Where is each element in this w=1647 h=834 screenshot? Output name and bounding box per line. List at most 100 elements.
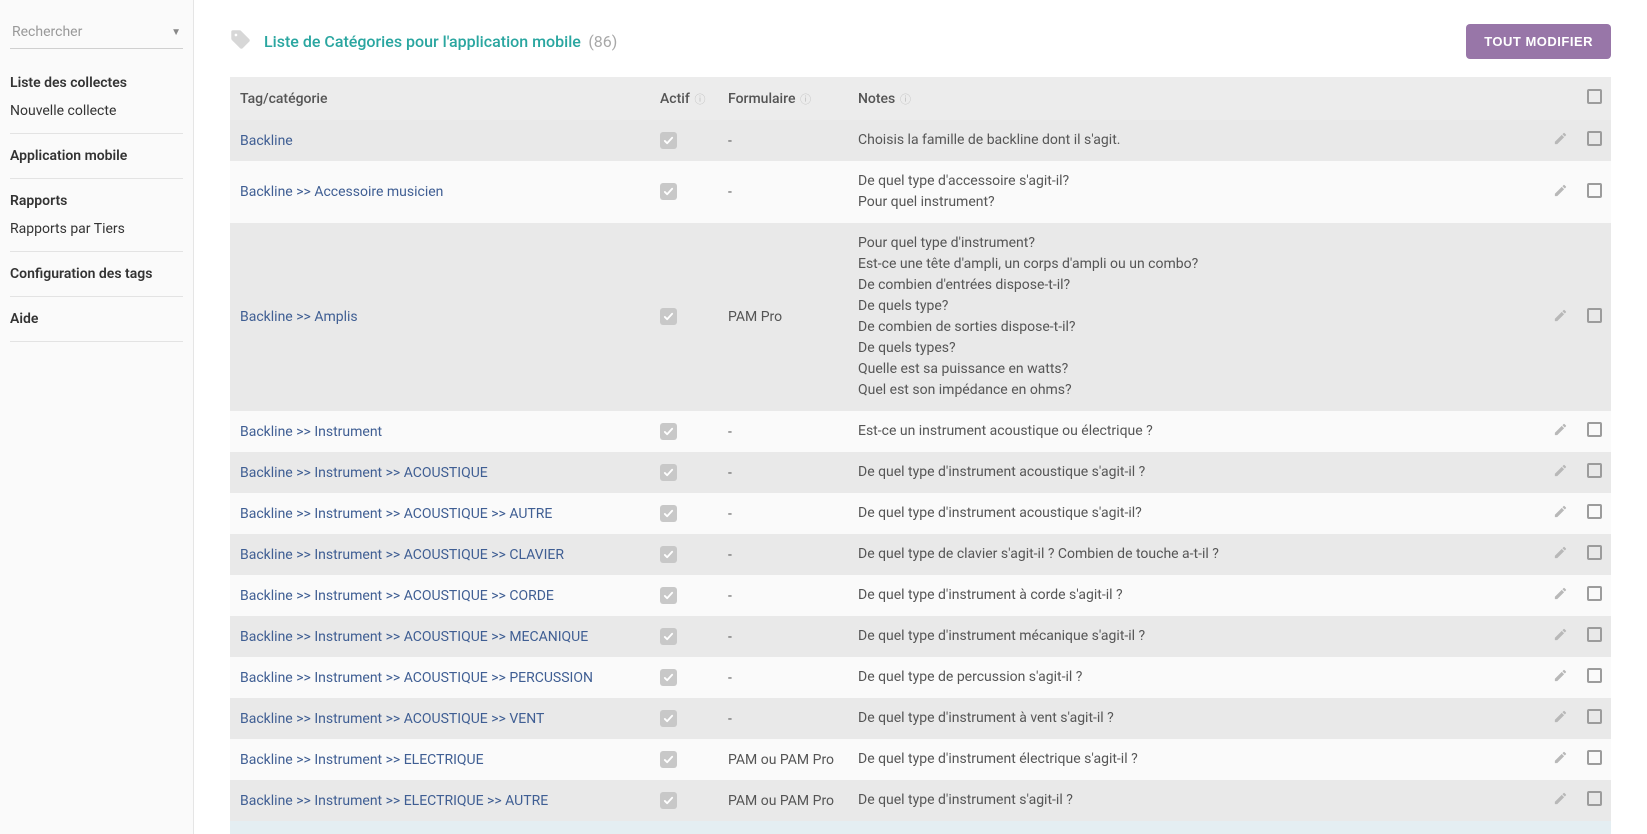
- tag-link[interactable]: Backline >> Instrument >> ELECTRIQUE >> …: [230, 780, 650, 821]
- sidebar-item[interactable]: Application mobile: [10, 142, 183, 170]
- edit-button[interactable]: [1543, 161, 1577, 223]
- notes-cell: Est-ce un instrument acoustique ou élect…: [848, 411, 1543, 452]
- tag-link[interactable]: Backline >> Instrument >> ELECTRIQUE: [230, 739, 650, 780]
- notes-cell: De quel type d'instrument s'agit-il ?: [848, 780, 1543, 821]
- edit-button[interactable]: [1543, 575, 1577, 616]
- col-notes-header: Notes ⓘ: [848, 77, 1543, 120]
- tag-link[interactable]: Backline >> Instrument >> ACOUSTIQUE >> …: [230, 493, 650, 534]
- checkbox-checked-icon: [660, 669, 677, 686]
- form-cell: -: [718, 493, 848, 534]
- active-cell: [650, 223, 718, 411]
- edit-button[interactable]: [1543, 534, 1577, 575]
- page-title-wrap: Liste de Catégories pour l'application m…: [230, 29, 617, 55]
- edit-button[interactable]: [1543, 739, 1577, 780]
- tag-link[interactable]: Backline >> Instrument >> ACOUSTIQUE >> …: [230, 534, 650, 575]
- checkbox-checked-icon: [660, 710, 677, 727]
- edit-button[interactable]: [1543, 411, 1577, 452]
- table-row: Backline >> Instrument >> ELECTRIQUEPAM …: [230, 739, 1611, 780]
- form-cell: -: [718, 411, 848, 452]
- active-cell: [650, 120, 718, 161]
- row-checkbox[interactable]: [1587, 463, 1602, 478]
- row-checkbox[interactable]: [1587, 627, 1602, 642]
- notes-cell: De quel type d'instrument acoustique s'a…: [848, 493, 1543, 534]
- form-cell: PAM ou PAM Pro: [718, 821, 848, 834]
- active-cell: [650, 739, 718, 780]
- form-cell: -: [718, 616, 848, 657]
- notes-cell: De quel type de clavier s'agit-il ? Comb…: [848, 534, 1543, 575]
- modify-all-button[interactable]: TOUT MODIFIER: [1466, 24, 1611, 59]
- notes-cell: De combien de réglages dispose-t-elle? D…: [848, 821, 1543, 834]
- col-check-header[interactable]: [1577, 77, 1611, 120]
- form-cell: -: [718, 534, 848, 575]
- tag-link[interactable]: Backline >> Instrument >> ELECTRIQUE >> …: [230, 821, 650, 834]
- row-checkbox[interactable]: [1587, 791, 1602, 806]
- active-cell: [650, 493, 718, 534]
- edit-button[interactable]: [1543, 657, 1577, 698]
- edit-button[interactable]: [1543, 120, 1577, 161]
- edit-button[interactable]: [1543, 223, 1577, 411]
- edit-button[interactable]: [1543, 493, 1577, 534]
- col-active-header: Actif ⓘ: [650, 77, 718, 120]
- row-checkbox[interactable]: [1587, 750, 1602, 765]
- select-all-checkbox[interactable]: [1587, 89, 1602, 104]
- table-row: Backline >> Instrument >> ACOUSTIQUE >> …: [230, 616, 1611, 657]
- active-cell: [650, 452, 718, 493]
- row-checkbox[interactable]: [1587, 668, 1602, 683]
- categories-table: Tag/catégorie Actif ⓘ Formulaire ⓘ Notes…: [230, 77, 1611, 834]
- row-checkbox[interactable]: [1587, 709, 1602, 724]
- checkbox-checked-icon: [660, 423, 677, 440]
- notes-cell: De quel type d'instrument à corde s'agit…: [848, 575, 1543, 616]
- page-count: (86): [588, 32, 617, 51]
- row-checkbox[interactable]: [1587, 504, 1602, 519]
- active-cell: [650, 161, 718, 223]
- sidebar-item[interactable]: Aide: [10, 305, 183, 333]
- row-checkbox[interactable]: [1587, 586, 1602, 601]
- sidebar-item[interactable]: Liste des collectes: [10, 69, 183, 97]
- tag-icon: [230, 29, 252, 55]
- tag-link[interactable]: Backline >> Accessoire musicien: [230, 161, 650, 223]
- sidebar-item[interactable]: Rapports: [10, 187, 183, 215]
- tag-link[interactable]: Backline >> Instrument >> ACOUSTIQUE >> …: [230, 698, 650, 739]
- edit-button[interactable]: [1543, 821, 1577, 834]
- table-row: Backline >> Instrument >> ELECTRIQUE >> …: [230, 780, 1611, 821]
- sidebar-item[interactable]: Configuration des tags: [10, 260, 183, 288]
- search-select[interactable]: Rechercher ▼: [10, 18, 183, 49]
- edit-button[interactable]: [1543, 452, 1577, 493]
- row-checkbox[interactable]: [1587, 422, 1602, 437]
- active-cell: [650, 657, 718, 698]
- active-cell: [650, 698, 718, 739]
- sidebar-item[interactable]: Nouvelle collecte: [10, 97, 183, 125]
- checkbox-checked-icon: [660, 132, 677, 149]
- tag-link[interactable]: Backline >> Instrument >> ACOUSTIQUE: [230, 452, 650, 493]
- tag-link[interactable]: Backline >> Instrument >> ACOUSTIQUE >> …: [230, 657, 650, 698]
- tag-link[interactable]: Backline >> Instrument >> ACOUSTIQUE >> …: [230, 616, 650, 657]
- tag-link[interactable]: Backline >> Instrument: [230, 411, 650, 452]
- row-checkbox[interactable]: [1587, 183, 1602, 198]
- edit-button[interactable]: [1543, 616, 1577, 657]
- checkbox-checked-icon: [660, 308, 677, 325]
- form-cell: -: [718, 161, 848, 223]
- sidebar: Rechercher ▼ Liste des collectesNouvelle…: [0, 0, 194, 834]
- edit-button[interactable]: [1543, 698, 1577, 739]
- row-checkbox[interactable]: [1587, 131, 1602, 146]
- row-checkbox[interactable]: [1587, 545, 1602, 560]
- checkbox-checked-icon: [660, 183, 677, 200]
- notes-cell: De quel type de percussion s'agit-il ?: [848, 657, 1543, 698]
- form-cell: -: [718, 657, 848, 698]
- edit-button[interactable]: [1543, 780, 1577, 821]
- form-cell: -: [718, 120, 848, 161]
- active-cell: [650, 411, 718, 452]
- checkbox-checked-icon: [660, 628, 677, 645]
- checkbox-checked-icon: [660, 587, 677, 604]
- tag-link[interactable]: Backline >> Amplis: [230, 223, 650, 411]
- checkbox-checked-icon: [660, 751, 677, 768]
- col-edit-header: [1543, 77, 1577, 120]
- notes-cell: Pour quel type d'instrument? Est-ce une …: [848, 223, 1543, 411]
- notes-cell: De quel type d'instrument acoustique s'a…: [848, 452, 1543, 493]
- tag-link[interactable]: Backline >> Instrument >> ACOUSTIQUE >> …: [230, 575, 650, 616]
- notes-cell: De quel type d'instrument à vent s'agit-…: [848, 698, 1543, 739]
- sidebar-item[interactable]: Rapports par Tiers: [10, 215, 183, 243]
- row-checkbox[interactable]: [1587, 308, 1602, 323]
- tag-link[interactable]: Backline: [230, 120, 650, 161]
- table-row: Backline >> Accessoire musicien-De quel …: [230, 161, 1611, 223]
